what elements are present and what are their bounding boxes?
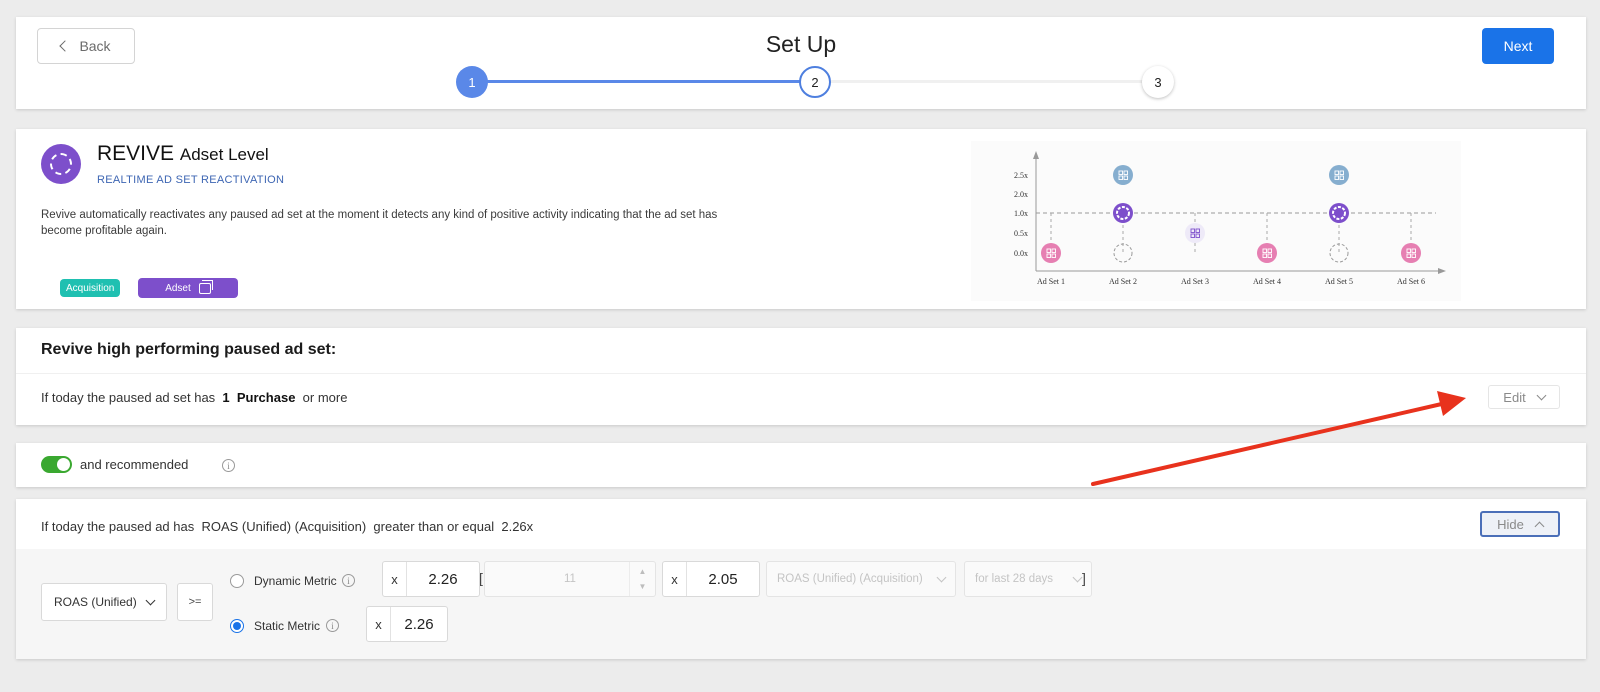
- recommended-card: and recommended i: [16, 443, 1586, 487]
- dynamic-second-multiplier-input[interactable]: x 2.05: [662, 561, 760, 597]
- chevron-up-icon: [1534, 521, 1545, 531]
- step-1[interactable]: 1: [456, 66, 488, 98]
- period-dropdown[interactable]: for last 28 days: [964, 561, 1092, 597]
- static-metric-label: Static Metric: [254, 619, 321, 633]
- revive-subtitle: REALTIME AD SET REACTIVATION: [97, 174, 285, 186]
- stepper-remaining-line: [830, 80, 1160, 83]
- static-multiplier-input[interactable]: x 2.26: [366, 606, 448, 642]
- dynamic-metric-dropdown[interactable]: ROAS (Unified) (Acquisition): [766, 561, 956, 597]
- chart-point: [1257, 243, 1277, 263]
- rule-count: 1: [222, 390, 230, 405]
- step-2[interactable]: 2: [799, 66, 831, 98]
- recommended-toggle[interactable]: [41, 456, 72, 473]
- days-value: 11: [564, 573, 576, 585]
- chart-y-tick-label: 0.0x: [1014, 249, 1028, 258]
- stepper-progress-line: [486, 80, 816, 83]
- copy-icon: [198, 279, 213, 294]
- revive-description: Revive automatically reactivates any pau…: [41, 209, 718, 237]
- info-icon[interactable]: i: [342, 574, 355, 587]
- dynamic-metric-label: Dynamic Metric: [254, 574, 337, 588]
- rule-heading: Revive high performing paused ad set:: [41, 341, 337, 358]
- revive-chart-svg: 0.0x 0.5x 1.0x 2.0x 2.5x Ad Set 1 Ad Set 2 Ad S…: [1014, 151, 1446, 286]
- condition-editor: ROAS (Unified) >= Dynamic Metric i x 2.2…: [16, 549, 1586, 659]
- metric-dropdown-value: ROAS (Unified) (Acquisition): [777, 573, 923, 585]
- period-dropdown-value: for last 28 days: [975, 573, 1053, 585]
- chart-point: [1185, 223, 1205, 243]
- chart-point: [1041, 243, 1061, 263]
- rule-prefix: If today the paused ad set has: [41, 390, 216, 405]
- hide-button[interactable]: Hide: [1480, 511, 1560, 537]
- condition-value: 2.26x: [501, 519, 534, 534]
- bracket-open: [: [479, 570, 483, 586]
- revive-name: REVIVE: [97, 142, 175, 165]
- condition-prefix: If today the paused ad has: [41, 519, 195, 534]
- condition-operator-text: greater than or equal: [373, 519, 495, 534]
- dynamic-multiplier-input[interactable]: x 2.26: [382, 561, 480, 597]
- rule-suffix: or more: [302, 390, 348, 405]
- days-stepper[interactable]: 11 ▲ ▼: [484, 561, 656, 597]
- chart-y-tick-label: 0.5x: [1014, 229, 1028, 238]
- revive-level: Adset Level: [179, 145, 269, 164]
- chart-y-axis-arrow: [1033, 151, 1039, 159]
- multiplier-value: 2.26: [404, 615, 434, 633]
- metric-select[interactable]: ROAS (Unified): [41, 583, 167, 621]
- adset-tag[interactable]: Adset: [138, 278, 238, 298]
- recommended-label: and recommended: [80, 457, 189, 472]
- revive-title: REVIVE Adset Level: [97, 142, 269, 166]
- info-icon[interactable]: i: [222, 459, 235, 472]
- adset-tag-label: Adset: [165, 282, 191, 294]
- acquisition-tag: Acquisition: [60, 279, 121, 297]
- multiplier-x: x: [383, 562, 407, 596]
- step-3[interactable]: 3: [1142, 66, 1174, 98]
- revive-icon: [41, 144, 81, 184]
- revive-info-card: REVIVE Adset Level REALTIME AD SET REACT…: [16, 129, 1586, 309]
- dynamic-metric-radio[interactable]: [230, 574, 244, 588]
- chart-point: [1113, 165, 1133, 185]
- chart-y-tick-label: 2.5x: [1014, 171, 1028, 180]
- chevron-down-icon: [145, 595, 156, 605]
- rule-condition-text: If today the paused ad set has 1 Purchas…: [41, 390, 347, 405]
- multiplier-value: 2.05: [708, 570, 738, 588]
- info-icon[interactable]: i: [326, 619, 339, 632]
- chart-x-axis-arrow: [1438, 268, 1446, 274]
- chart-x-tick-label: Ad Set 5: [1325, 277, 1353, 286]
- edit-label: Edit: [1503, 389, 1526, 405]
- multiplier-value: 2.26: [428, 570, 458, 588]
- condition-card: If today the paused ad has ROAS (Unified…: [16, 499, 1586, 659]
- setup-header: Back Set Up Next 1 2 3: [16, 17, 1586, 109]
- rule-card: Revive high performing paused ad set: If…: [16, 328, 1586, 425]
- chart-x-tick-label: Ad Set 2: [1109, 277, 1137, 286]
- chevron-down-icon: [1072, 572, 1083, 582]
- chart-x-tick-label: Ad Set 3: [1181, 277, 1209, 286]
- metric-select-value: ROAS (Unified): [54, 595, 137, 609]
- chart-point: [1329, 165, 1349, 185]
- chart-y-tick-label: 2.0x: [1014, 190, 1028, 199]
- bracket-close: ]: [1082, 570, 1086, 586]
- revive-chart: 0.0x 0.5x 1.0x 2.0x 2.5x Ad Set 1 Ad Set 2 Ad S…: [971, 141, 1461, 301]
- multiplier-x: x: [367, 607, 391, 641]
- edit-button[interactable]: Edit: [1488, 385, 1560, 409]
- chart-x-tick-label: Ad Set 6: [1397, 277, 1425, 286]
- chart-y-tick-label: 1.0x: [1014, 209, 1028, 218]
- page-title: Set Up: [765, 31, 837, 57]
- chevron-down-icon: [1536, 390, 1547, 400]
- chart-point: [1401, 243, 1421, 263]
- chevron-down-icon: [936, 572, 947, 582]
- chart-x-tick-label: Ad Set 1: [1037, 277, 1065, 286]
- rule-event: Purchase: [236, 390, 296, 405]
- static-metric-radio[interactable]: [230, 619, 244, 633]
- stepper-arrows-icon[interactable]: ▲ ▼: [629, 562, 655, 596]
- hide-label: Hide: [1497, 516, 1524, 532]
- multiplier-x: x: [663, 562, 687, 596]
- condition-metric: ROAS (Unified) (Acquisition): [201, 519, 367, 534]
- next-button[interactable]: Next: [1482, 28, 1554, 64]
- rule-divider: [16, 373, 1586, 374]
- chart-x-tick-label: Ad Set 4: [1253, 277, 1281, 286]
- operator-button[interactable]: >=: [177, 583, 213, 621]
- condition-text: If today the paused ad has ROAS (Unified…: [41, 519, 533, 534]
